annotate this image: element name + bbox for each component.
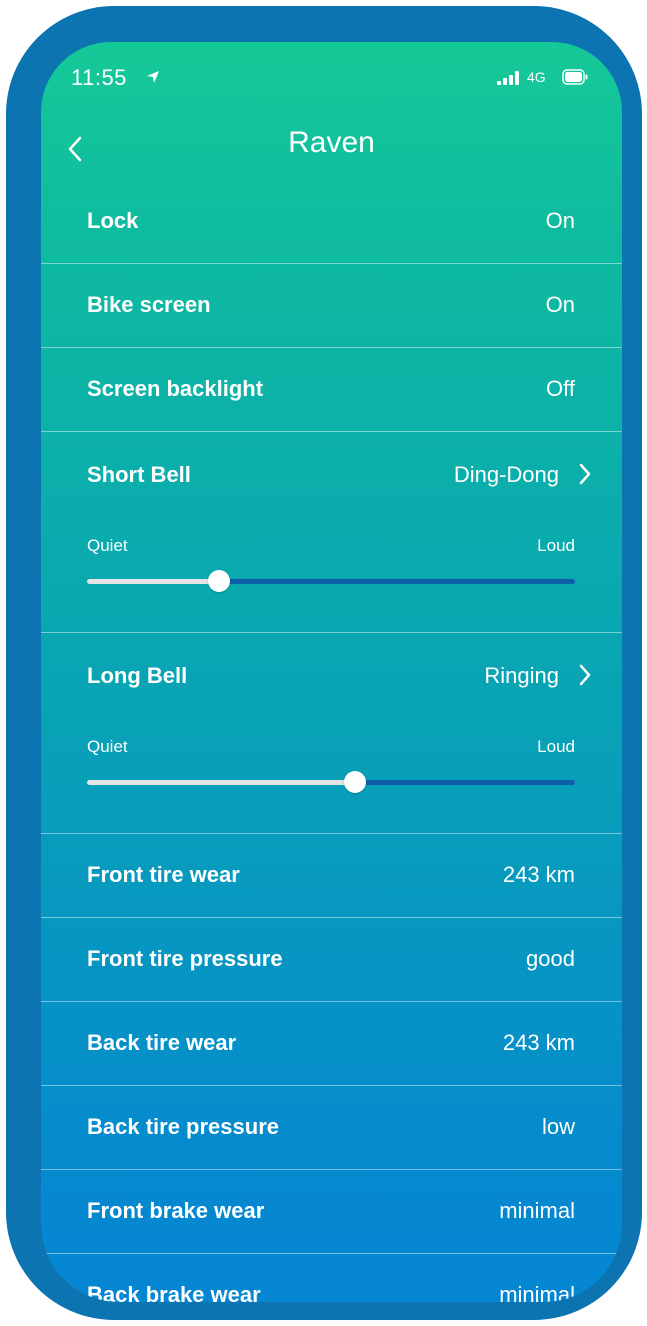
stat-label: Front tire pressure xyxy=(87,946,283,971)
phone-frame: 11:55 4G Raven Lock On Bike screen On Sc… xyxy=(6,6,642,1320)
chevron-right-icon[interactable] xyxy=(578,662,592,688)
battery-icon xyxy=(562,69,588,85)
stat-row-front-brake-wear: Front brake wear minimal xyxy=(41,1170,622,1254)
stat-value: minimal xyxy=(499,1198,575,1223)
page-title: Raven xyxy=(288,126,375,159)
stat-label: Front tire wear xyxy=(87,862,240,887)
long-bell-label: Long Bell xyxy=(87,663,188,688)
settings-list: Lock On Bike screen On Screen backlight … xyxy=(41,180,622,1302)
location-arrow-icon xyxy=(147,71,159,83)
slider-fill xyxy=(87,780,356,785)
signal-icon xyxy=(497,71,519,85)
short-bell-label: Short Bell xyxy=(87,462,191,487)
long-bell-section: Long Bell Ringing Quiet Loud xyxy=(41,633,622,834)
chevron-right-icon[interactable] xyxy=(578,461,592,487)
slider-fill xyxy=(87,579,219,584)
setting-value: On xyxy=(545,208,575,233)
stat-row-front-tire-wear: Front tire wear 243 km xyxy=(41,834,622,918)
setting-value: Off xyxy=(546,376,575,401)
app-screen: 11:55 4G Raven Lock On Bike screen On Sc… xyxy=(41,42,622,1302)
slider-min-label: Quiet xyxy=(87,536,128,555)
setting-row-screen-backlight[interactable]: Screen backlight Off xyxy=(41,348,622,432)
stat-value: good xyxy=(526,946,575,971)
long-bell-sound[interactable]: Ringing xyxy=(484,663,559,689)
stat-value: minimal xyxy=(499,1282,575,1302)
slider-min-label: Quiet xyxy=(87,737,128,756)
short-bell-section: Short Bell Ding-Dong Quiet Loud xyxy=(41,432,622,633)
status-bar: 11:55 4G xyxy=(41,42,622,112)
slider-max-label: Loud xyxy=(537,536,575,555)
slider-thumb[interactable] xyxy=(344,771,367,793)
stat-row-back-brake-wear: Back brake wear minimal xyxy=(41,1254,622,1302)
stat-row-back-tire-wear: Back tire wear 243 km xyxy=(41,1002,622,1086)
setting-label: Bike screen xyxy=(87,292,211,317)
stat-row-back-tire-pressure: Back tire pressure low xyxy=(41,1086,622,1170)
short-bell-sound[interactable]: Ding-Dong xyxy=(454,462,559,488)
stat-value: 243 km xyxy=(502,1030,575,1055)
status-time: 11:55 xyxy=(71,65,127,90)
short-bell-volume-slider[interactable] xyxy=(87,570,575,592)
network-type: 4G xyxy=(527,69,546,85)
setting-label: Screen backlight xyxy=(87,376,264,401)
stat-value: 243 km xyxy=(502,862,575,887)
slider-max-label: Loud xyxy=(537,737,575,756)
long-bell-volume-slider[interactable] xyxy=(87,771,575,793)
nav-bar: Raven xyxy=(41,122,622,180)
stat-row-front-tire-pressure: Front tire pressure good xyxy=(41,918,622,1002)
slider-thumb[interactable] xyxy=(207,570,230,592)
setting-row-bike-screen[interactable]: Bike screen On xyxy=(41,264,622,348)
stat-label: Back brake wear xyxy=(87,1282,261,1302)
stat-label: Front brake wear xyxy=(87,1198,265,1223)
stat-label: Back tire wear xyxy=(87,1030,237,1055)
setting-row-lock[interactable]: Lock On xyxy=(41,180,622,264)
setting-label: Lock xyxy=(87,208,139,233)
stat-value: low xyxy=(541,1114,575,1139)
stat-label: Back tire pressure xyxy=(87,1114,279,1139)
setting-value: On xyxy=(545,292,575,317)
